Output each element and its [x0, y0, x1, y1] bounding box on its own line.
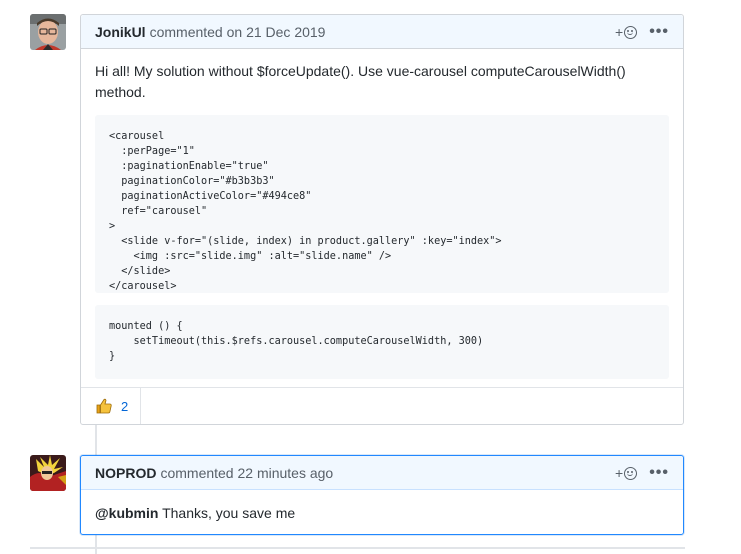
- smiley-icon: [624, 466, 638, 480]
- thumbs-up-icon: [96, 398, 112, 414]
- avatar-jonikul[interactable]: [30, 14, 66, 50]
- add-reaction-button[interactable]: +: [615, 465, 638, 481]
- comment-timestamp[interactable]: commented 22 minutes ago: [160, 465, 333, 481]
- avatar-noprod[interactable]: [30, 455, 66, 491]
- comment-header: JonikUl commented on 21 Dec 2019 + •••: [81, 15, 683, 49]
- kebab-icon[interactable]: •••: [649, 464, 669, 482]
- comment-text: Hi all! My solution without $forceUpdate…: [95, 63, 626, 100]
- comment-actions: + •••: [615, 456, 669, 490]
- timeline-divider: [30, 547, 685, 549]
- reaction-thumbs-up[interactable]: 2: [81, 388, 142, 424]
- code-block: <carousel :perPage="1" :paginationEnable…: [95, 115, 669, 293]
- reactions-bar: 2: [81, 387, 683, 424]
- reaction-count: 2: [121, 398, 129, 414]
- comment-header: NOPROD commented 22 minutes ago + •••: [81, 456, 683, 490]
- comment-body: Hi all! My solution without $forceUpdate…: [81, 49, 683, 391]
- comment-actions: + •••: [615, 15, 669, 49]
- comment-text: Thanks, you save me: [158, 505, 296, 521]
- add-reaction-button[interactable]: +: [615, 24, 638, 40]
- user-mention[interactable]: @kubmin: [95, 505, 158, 521]
- smiley-icon: [624, 25, 638, 39]
- comment-author[interactable]: JonikUl: [95, 24, 146, 40]
- plus-label: +: [615, 465, 624, 481]
- code-block: mounted () { setTimeout(this.$refs.carou…: [95, 305, 669, 379]
- comment-timestamp[interactable]: commented on 21 Dec 2019: [150, 24, 326, 40]
- plus-label: +: [615, 24, 624, 40]
- comment-body: @kubmin Thanks, you save me: [81, 490, 683, 536]
- comment-author[interactable]: NOPROD: [95, 465, 156, 481]
- kebab-icon[interactable]: •••: [649, 23, 669, 41]
- comment-noprod: NOPROD commented 22 minutes ago + ••• @k…: [80, 455, 684, 535]
- comment-jonikul: JonikUl commented on 21 Dec 2019 + ••• H…: [80, 14, 684, 425]
